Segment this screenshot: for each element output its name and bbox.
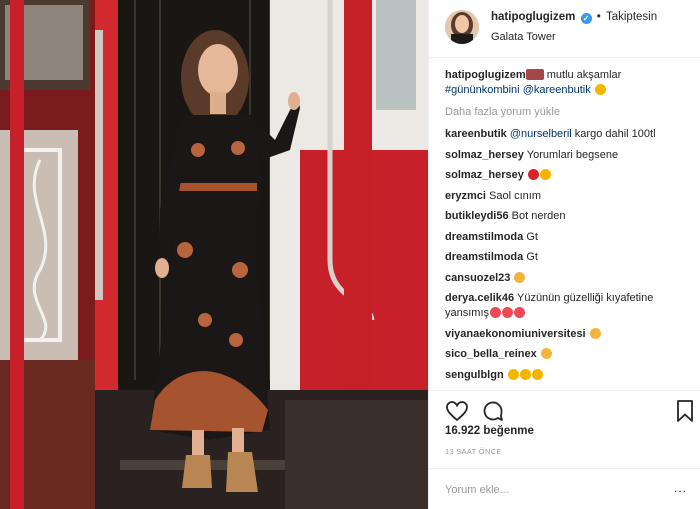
caption-username[interactable]: hatipoglugizem: [445, 69, 526, 81]
heart-icon: [490, 307, 502, 318]
comment-row: sico_bella_reinex: [445, 347, 685, 362]
comment-text: Gt: [526, 251, 538, 263]
heart-icon[interactable]: [445, 399, 469, 423]
grin-icon: [539, 169, 551, 180]
comment-icon[interactable]: [481, 399, 505, 423]
comment-username[interactable]: dreamstilmoda: [445, 251, 523, 263]
comment-text: Yorumlari begsene: [526, 148, 619, 161]
heart-icon: [502, 307, 514, 318]
comment-row: eryzmci Saol cınım: [445, 189, 685, 204]
caption-hashtag[interactable]: #gününkombini: [445, 84, 520, 96]
comment-row: dreamstilmoda Gt: [445, 230, 685, 245]
kiss-lips-icon: [527, 169, 539, 180]
comment-username[interactable]: sengulblgn: [445, 369, 504, 381]
avatar-photo-icon: [445, 10, 479, 44]
shopping-bags-icon: [525, 69, 544, 80]
comment-username[interactable]: solmaz_hersey: [445, 149, 524, 161]
smile-icon: [531, 368, 543, 380]
comment-row: solmaz_hersey: [445, 168, 685, 183]
comment-row: derya.celik46 Yüzünün güzelliği kıyafeti…: [445, 291, 685, 321]
comment-username[interactable]: solmaz_hersey: [445, 169, 524, 181]
comment-row: dreamstilmoda Gt: [445, 250, 685, 265]
header-username[interactable]: hatipoglugizem: [491, 11, 575, 23]
bookmark-icon[interactable]: [673, 399, 697, 423]
comment-text: Gt: [526, 230, 538, 243]
comment-text: Bot nerden: [511, 210, 566, 222]
comment-username[interactable]: viyanaekonomiuniversitesi: [445, 328, 586, 340]
load-more-comments-link[interactable]: Daha fazla yorum yükle: [445, 106, 685, 118]
comment-username[interactable]: dreamstilmoda: [445, 231, 523, 243]
caption-mention[interactable]: @kareenbutik: [523, 84, 591, 96]
post-caption: hatipoglugizem mutlu akşamlar #gününkomb…: [445, 68, 685, 98]
smile-icon: [507, 368, 519, 380]
more-options-button[interactable]: ...: [674, 482, 687, 494]
comments-list[interactable]: hatipoglugizem mutlu akşamlar #gününkomb…: [429, 58, 700, 390]
comment-rows: kareenbutik @nurselberil kargo dahil 100…: [445, 127, 685, 383]
comment-row: viyanaekonomiuniversitesi: [445, 327, 685, 342]
post-header: hatipoglugizem ✓ • Takiptesin Galata Tow…: [429, 0, 700, 58]
avatar[interactable]: [445, 10, 479, 44]
post-timestamp: 13 SAAT ÖNCE: [445, 447, 502, 456]
comment-row: butikleydi56 Bot nerden: [445, 209, 685, 224]
comment-mention[interactable]: @nurselberil: [510, 128, 572, 140]
comment-username[interactable]: derya.celik46: [445, 292, 514, 304]
smile-icon: [519, 368, 531, 380]
comment-username[interactable]: sico_bella_reinex: [445, 348, 537, 360]
likes-count[interactable]: 16.922 beğenme: [445, 425, 534, 437]
comment-row: solmaz_hersey Yorumlari begsene: [445, 148, 685, 163]
comment-form: ...: [429, 468, 700, 509]
post-photo[interactable]: [0, 0, 428, 509]
action-bar: [429, 390, 700, 430]
heart-icon: [514, 307, 526, 318]
comment-input[interactable]: [445, 481, 660, 499]
comment-row: sengulblgn: [445, 368, 685, 383]
header-line: hatipoglugizem ✓ • Takiptesin: [491, 11, 657, 24]
comment-text: kargo dahil 100tl: [571, 128, 656, 140]
location-link[interactable]: Galata Tower: [491, 31, 556, 43]
comment-text: Saol cınım: [489, 189, 542, 202]
verified-badge-icon: ✓: [580, 13, 592, 24]
caption-text: mutlu akşamlar: [543, 69, 622, 81]
comment-row: cansuozel23: [445, 271, 685, 286]
comment-row: kareenbutik @nurselberil kargo dahil 100…: [445, 127, 685, 142]
heart-eyes-icon: [594, 84, 606, 95]
separator-dot: •: [596, 11, 601, 23]
post-detail-panel: hatipoglugizem ✓ • Takiptesin Galata Tow…: [428, 0, 700, 509]
thumbs-up-icon: [589, 327, 601, 339]
tram-photo-illustration: [0, 0, 428, 509]
comment-username[interactable]: butikleydi56: [445, 210, 509, 222]
ok-hand-icon: [540, 348, 552, 359]
ok-hand-icon: [514, 271, 526, 283]
comment-username[interactable]: cansuozel23: [445, 272, 510, 284]
comment-username[interactable]: eryzmci: [445, 190, 486, 202]
comment-username[interactable]: kareenbutik: [445, 128, 507, 140]
follow-status[interactable]: Takiptesin: [606, 11, 657, 23]
